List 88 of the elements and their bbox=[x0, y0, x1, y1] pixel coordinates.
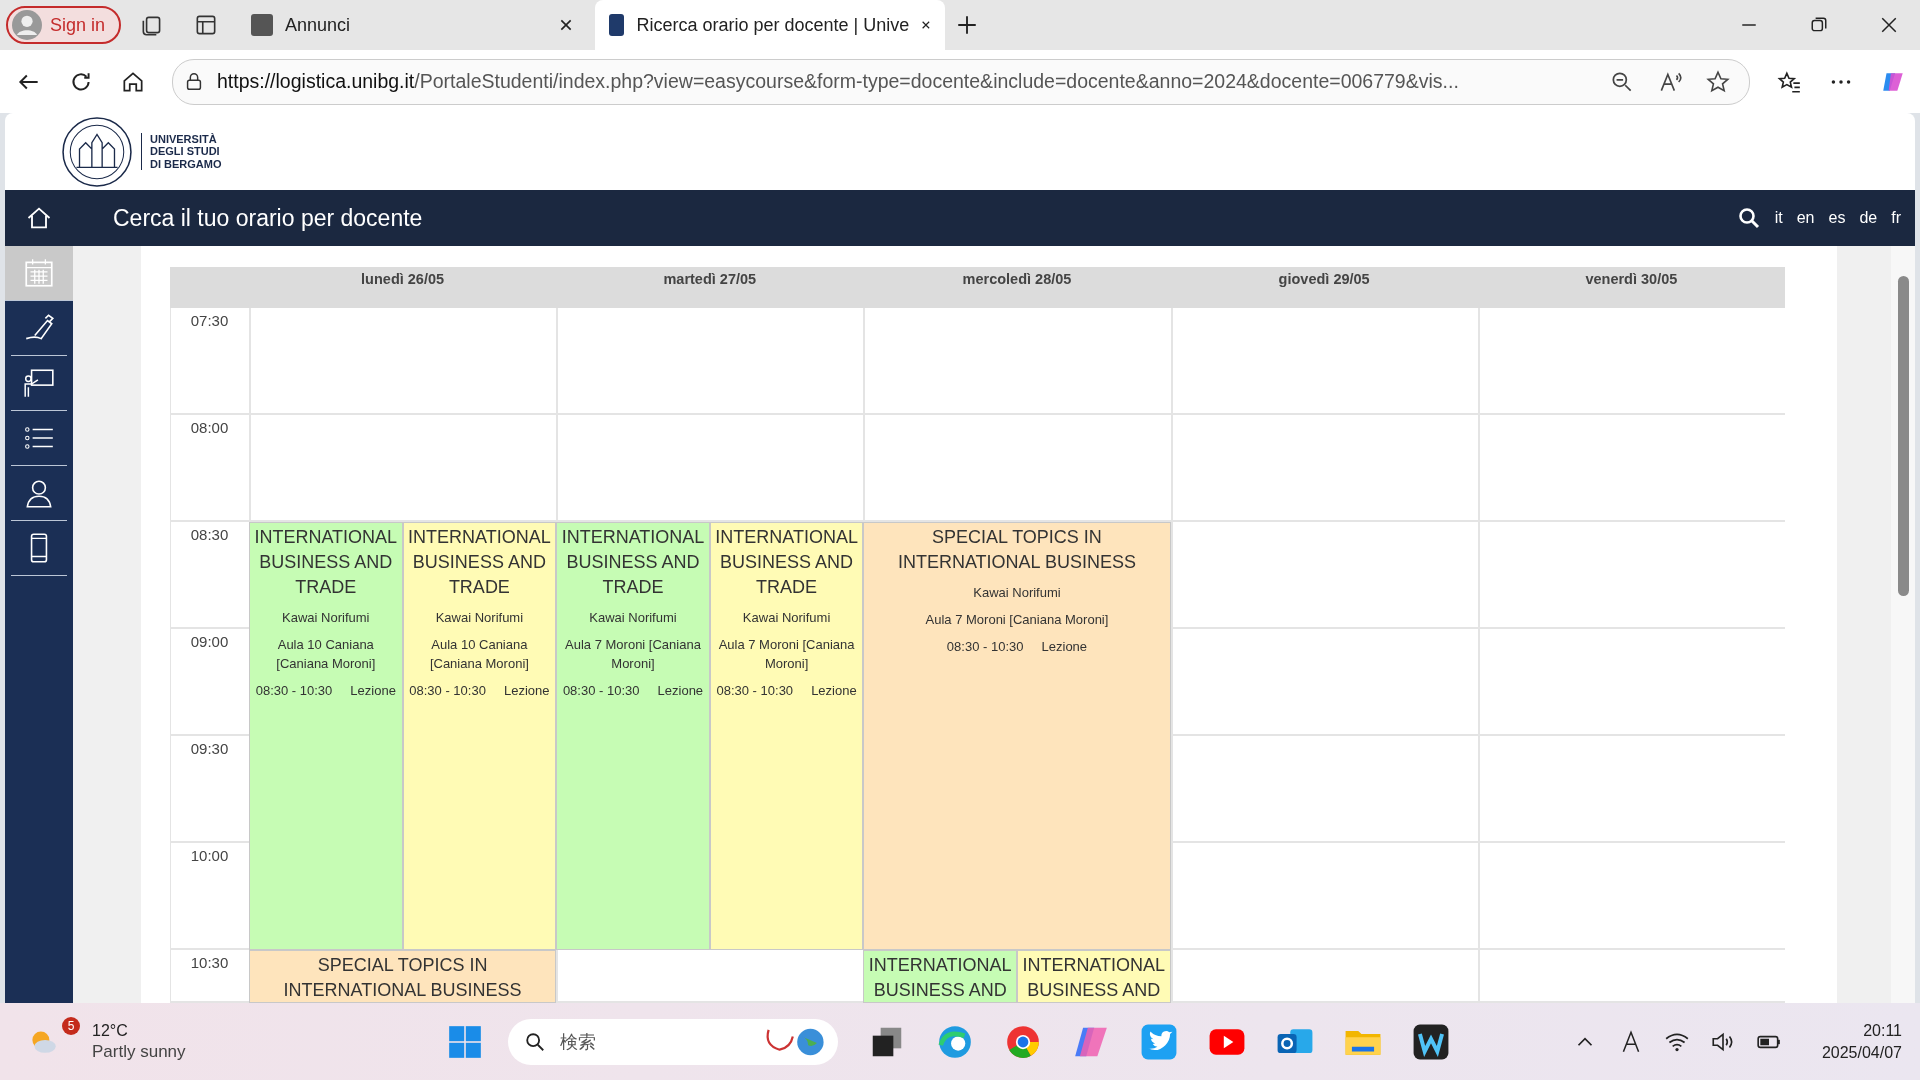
clock-time[interactable]: 20:11 bbox=[1863, 1021, 1902, 1040]
calendar-icon bbox=[22, 256, 56, 290]
time-cell: 08:30 bbox=[170, 522, 249, 629]
time-cell: 08:00 bbox=[170, 415, 249, 522]
course-title: INTERNATIONAL BUSINESS AND TRADE bbox=[714, 526, 859, 599]
teacher-name: Kawai Norifumi bbox=[282, 609, 370, 627]
tab-title: Annunci bbox=[285, 14, 352, 36]
lesson-time: 08:30 - 10:30 Lezione bbox=[562, 682, 704, 700]
page-title: Cerca il tuo orario per docente bbox=[113, 204, 424, 232]
sign-in-button[interactable]: Sign in bbox=[6, 6, 122, 44]
course-title: SPECIAL TOPICS IN INTERNATIONAL BUSINESS bbox=[282, 954, 523, 1002]
lesson-time: 08:30 - 10:30 Lezione bbox=[255, 682, 396, 700]
browser-tab[interactable]: Annunci bbox=[237, 0, 588, 50]
event-card[interactable]: SPECIAL TOPICS IN INTERNATIONAL BUSINESS bbox=[249, 950, 557, 1003]
time-cell: 10:00 bbox=[170, 843, 249, 950]
time-cell: 09:00 bbox=[170, 629, 249, 736]
time-cell: 09:30 bbox=[170, 736, 249, 843]
course-title: INTERNATIONAL BUSINESS AND TRADE bbox=[560, 526, 706, 599]
language-link[interactable]: fr bbox=[1891, 209, 1901, 227]
room-name: Aula 7 Moroni [Caniana Moroni] bbox=[717, 636, 856, 673]
day-header: martedì 27/05 bbox=[556, 267, 864, 308]
event-card[interactable]: INTERNATIONAL BUSINESS AND TRADE Kawai Norifumi Aula 10 Caniana [Caniana Moroni] 08:30 - 10:30 Lezione bbox=[402, 522, 557, 950]
grid-cell[interactable] bbox=[863, 308, 1171, 415]
notification-badge: 5 bbox=[62, 1016, 80, 1035]
time-cell: 07:30 bbox=[170, 308, 249, 415]
event-card[interactable]: SPECIAL TOPICS IN INTERNATIONAL BUSINESS Kawai Norifumi Aula 7 Moroni [Caniana Moroni] 08:30 - 10:30 Lezione bbox=[863, 522, 1171, 950]
taskbar-search-field[interactable]: 検索 bbox=[508, 1018, 838, 1065]
language-link[interactable]: en bbox=[1796, 209, 1815, 227]
search-icon[interactable] bbox=[1736, 206, 1761, 230]
teacher-name: Kawai Norifumi bbox=[435, 609, 524, 627]
search-placeholder: 検索 bbox=[560, 1030, 597, 1054]
university-name: UNIVERSITÀ DEGLI STUDI DI BERGAMO bbox=[141, 132, 222, 171]
lesson-time: 08:30 - 10:30 Lezione bbox=[409, 682, 550, 700]
grid-cell[interactable] bbox=[1477, 415, 1785, 522]
app-w-icon[interactable] bbox=[1412, 1022, 1450, 1061]
language-link[interactable]: de bbox=[1859, 209, 1878, 227]
bird-app-icon[interactable] bbox=[1140, 1022, 1178, 1061]
tab-title: Ricerca orario per docente | Unive bbox=[636, 14, 910, 36]
language-link[interactable]: es bbox=[1828, 209, 1846, 227]
temperature: 12°C bbox=[92, 1021, 129, 1040]
day-header: mercoledì 28/05 bbox=[863, 267, 1171, 308]
language-link[interactable]: it bbox=[1774, 209, 1783, 227]
course-title: INTERNATIONAL BUSINESS AND TRADE bbox=[407, 526, 552, 599]
browser-tab[interactable]: Ricerca orario per docente | Unive bbox=[595, 0, 946, 50]
university-seal-icon bbox=[61, 115, 133, 188]
grid-cell[interactable] bbox=[1477, 522, 1785, 629]
grid-cell[interactable] bbox=[1477, 308, 1785, 415]
teacher-name: Kawai Norifumi bbox=[973, 584, 1061, 602]
close-icon[interactable] bbox=[921, 18, 932, 32]
teacher-name: Kawai Norifumi bbox=[742, 609, 831, 627]
day-header: lunedì 26/05 bbox=[249, 267, 557, 308]
room-name: Aula 10 Caniana [Caniana Moroni] bbox=[275, 636, 377, 673]
new-tab-icon[interactable] bbox=[957, 15, 978, 35]
search-icon bbox=[524, 1030, 546, 1053]
time-cell: 10:30 bbox=[170, 950, 249, 1003]
event-card[interactable]: INTERNATIONAL BUSINESS AND TRADE Kawai Norifumi Aula 7 Moroni [Caniana Moroni] 08:30 - 10:30 Lezione bbox=[709, 522, 864, 950]
favicon-icon bbox=[251, 14, 274, 36]
scrollbar[interactable] bbox=[1891, 246, 1915, 1003]
address-bar[interactable]: https://logistica.unibg.it/PortaleStudenti/index.php?view=easycourse&form-type=docente&include=docente&anno=2024&docente=006779&vis... bbox=[172, 58, 1750, 105]
course-title: INTERNATIONAL BUSINESS AND TRADE bbox=[253, 526, 399, 599]
day-header: giovedì 29/05 bbox=[1170, 267, 1478, 308]
grid-cell[interactable] bbox=[1477, 843, 1785, 950]
lesson-time: 08:30 - 10:30 Lezione bbox=[716, 682, 857, 700]
url-text: https://logistica.unibg.it/PortaleStudenti/index.php?view=easycourse&form-type=docente&include=docente&anno=2024&docente=006779&vis... bbox=[217, 70, 1460, 93]
grid-cell[interactable] bbox=[556, 308, 864, 415]
day-header: venerdì 30/05 bbox=[1477, 267, 1785, 308]
favorite-star-icon[interactable] bbox=[1705, 68, 1731, 95]
room-name: Aula 10 Caniana [Caniana Moroni] bbox=[428, 636, 530, 673]
room-name: Aula 7 Moroni [Caniana Moroni] bbox=[925, 611, 1109, 629]
grid-cell[interactable] bbox=[1477, 629, 1785, 736]
event-card[interactable]: INTERNATIONAL BUSINESS AND TRADE Kawai Norifumi Aula 10 Caniana [Caniana Moroni] 08:30 - 10:30 Lezione bbox=[249, 522, 403, 950]
clock-date[interactable]: 2025/04/07 bbox=[1821, 1043, 1902, 1062]
grid-cell[interactable] bbox=[1170, 415, 1478, 522]
close-icon[interactable] bbox=[559, 18, 574, 32]
close-icon[interactable] bbox=[1880, 16, 1898, 34]
grid-cell[interactable] bbox=[249, 308, 557, 415]
teacher-name: Kawai Norifumi bbox=[589, 609, 677, 627]
grid-cell[interactable] bbox=[1477, 736, 1785, 843]
favicon-icon bbox=[609, 14, 625, 36]
grid-cell[interactable] bbox=[1170, 308, 1478, 415]
event-card[interactable]: INTERNATIONAL BUSINESS AND TRADE Kawai Norifumi Aula 7 Moroni [Caniana Moroni] 08:30 - 10:30 Lezione bbox=[556, 522, 710, 950]
weather-description: Partly sunny bbox=[92, 1041, 186, 1062]
lesson-time: 08:30 - 10:30 Lezione bbox=[946, 638, 1088, 656]
course-title: SPECIAL TOPICS IN INTERNATIONAL BUSINESS bbox=[896, 526, 1137, 574]
room-name: Aula 7 Moroni [Caniana Moroni] bbox=[564, 636, 702, 673]
avatar-icon bbox=[12, 10, 42, 40]
restore-icon[interactable] bbox=[1810, 16, 1828, 34]
teacher-board-icon bbox=[22, 366, 56, 400]
